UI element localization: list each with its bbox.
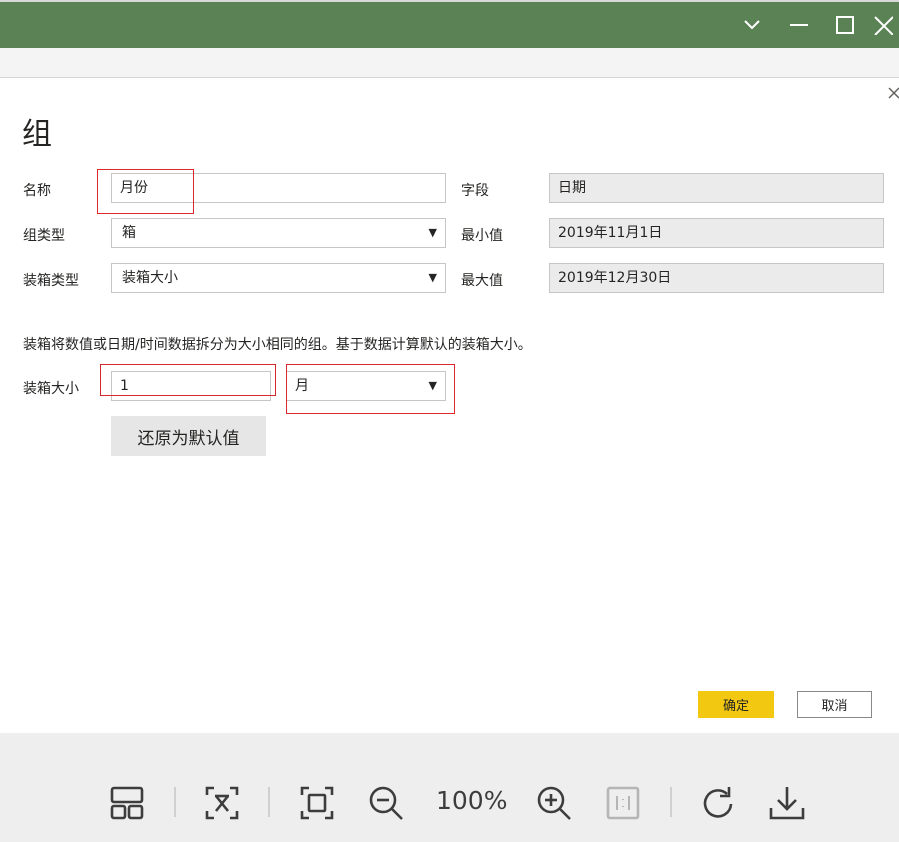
groups-dialog: 组 名称 月份 字段 日期 组类型 箱 ▼ 最小值 2019年11月1日 装箱类… [0,78,899,733]
min-value-label: 最小值 [461,228,503,244]
bin-size-label: 装箱大小 [23,381,79,397]
ribbon-strip [0,48,899,78]
rotate-button[interactable] [699,783,739,823]
dropdown-caret-icon: ▼ [428,226,437,239]
collapse-ribbon-button[interactable] [729,2,775,48]
dialog-close-button[interactable] [885,84,899,102]
fit-frame-icon [300,786,334,820]
reset-default-button[interactable]: 还原为默认值 [111,416,266,456]
dropdown-caret-icon: ▼ [428,271,437,284]
name-input[interactable]: 月份 [111,173,446,203]
group-type-select[interactable]: 箱 ▼ [111,218,446,248]
name-label: 名称 [23,183,51,199]
bin-type-select[interactable]: 装箱大小 ▼ [111,263,446,293]
zoom-out-button[interactable] [366,783,406,823]
fit-text-button[interactable] [202,783,242,823]
toolbar-separator [174,787,176,817]
close-icon [874,16,893,35]
window-titlebar [0,0,899,48]
max-value-field: 2019年12月30日 [549,263,884,293]
minimize-icon [790,24,808,26]
download-button[interactable] [767,783,807,823]
toolbar-separator [670,787,672,817]
close-window-button[interactable] [867,2,899,48]
bin-type-label: 装箱类型 [23,273,79,289]
zoom-out-icon [369,786,403,820]
bin-unit-select[interactable]: 月 ▼ [286,371,446,401]
rotate-icon [703,787,733,818]
actual-size-button[interactable] [603,783,643,823]
group-type-label: 组类型 [23,228,65,244]
minimize-button[interactable] [776,2,822,48]
layout-button[interactable] [107,783,147,823]
maximize-icon [836,16,854,34]
zoom-level: 100% [436,786,508,815]
dropdown-caret-icon: ▼ [428,379,437,392]
dialog-title: 组 [22,117,52,152]
group-type-value: 箱 [122,225,136,241]
min-value-field: 2019年11月1日 [549,218,884,248]
toolbar-separator [268,787,270,817]
zoom-in-icon [537,786,571,820]
layout-icon [110,786,144,820]
close-icon [888,87,899,99]
bin-type-value: 装箱大小 [122,270,178,286]
fit-text-icon [205,786,239,820]
zoom-in-button[interactable] [534,783,574,823]
field-label: 字段 [461,183,489,199]
maximize-button[interactable] [822,2,868,48]
bin-unit-value: 月 [295,378,309,394]
actual-size-icon [606,786,640,820]
fit-frame-button[interactable] [297,783,337,823]
image-viewer-toolbar: 100% [0,733,899,842]
download-icon [769,787,805,820]
cancel-button[interactable]: 取消 [797,691,872,718]
chevron-down-icon [744,20,760,30]
bin-size-input[interactable]: 1 [111,371,271,401]
bin-description: 装箱将数值或日期/时间数据拆分为大小相同的组。基于数据计算默认的装箱大小。 [23,337,532,353]
field-value: 日期 [549,173,884,203]
max-value-label: 最大值 [461,273,503,289]
ok-button[interactable]: 确定 [698,691,774,718]
